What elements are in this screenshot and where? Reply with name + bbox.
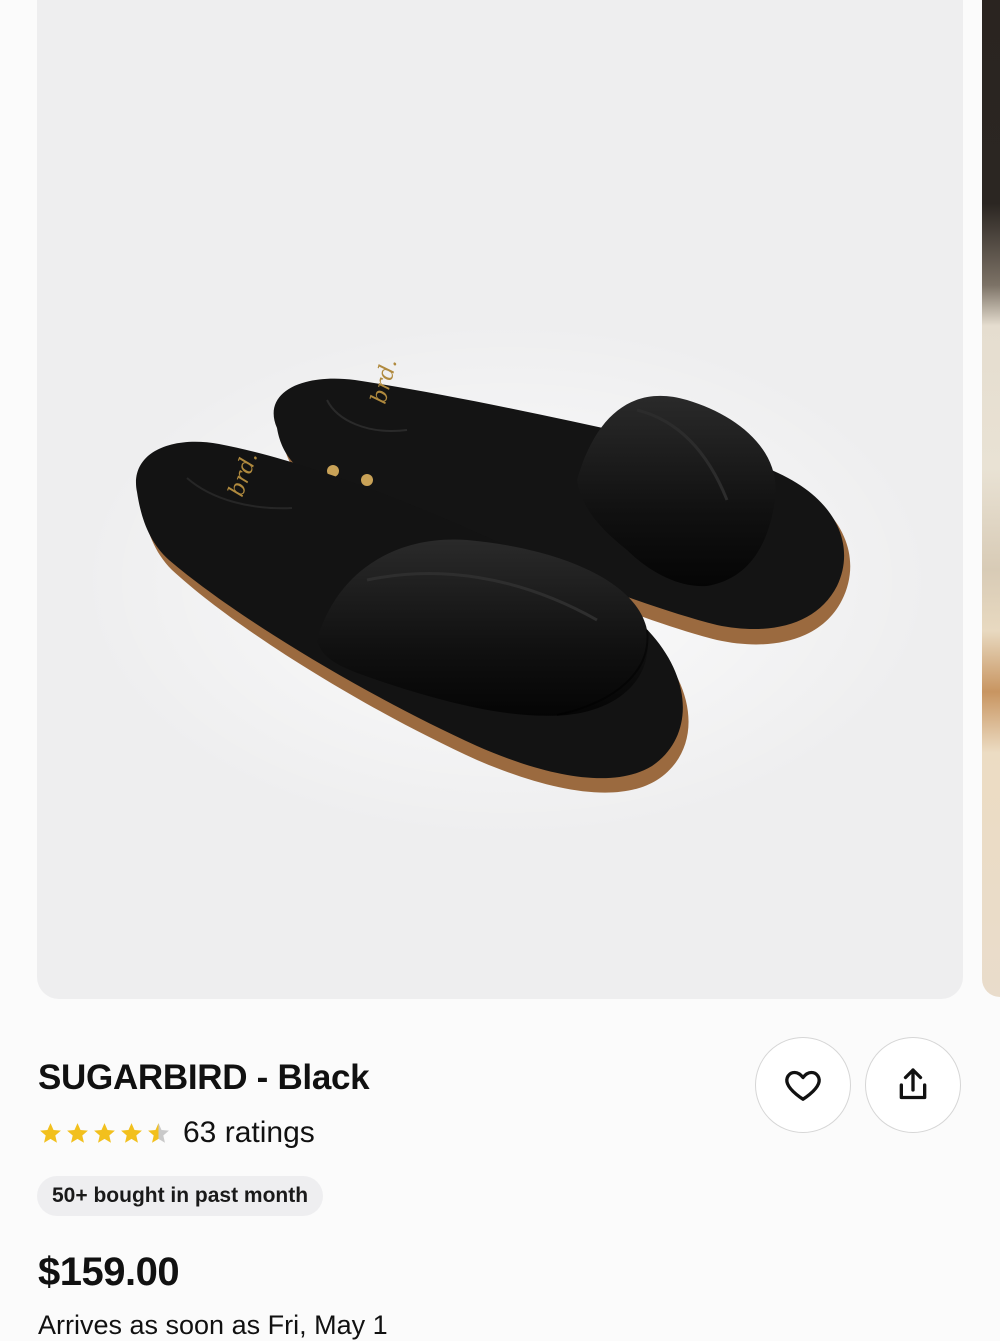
price: $159.00 [38, 1250, 180, 1294]
star-icon [67, 1122, 88, 1143]
purchase-count-badge: 50+ bought in past month [37, 1176, 324, 1216]
favorite-button[interactable] [755, 1037, 851, 1133]
star-icon [94, 1122, 115, 1143]
star-icon [121, 1122, 142, 1143]
rating-row[interactable]: 63 ratings [38, 1113, 315, 1153]
share-button[interactable] [865, 1037, 961, 1133]
share-icon [899, 1068, 927, 1100]
product-title: SUGARBIRD - Black [38, 1058, 370, 1097]
sandals-illustration: brd. brd. [77, 320, 937, 840]
delivery-estimate: Arrives as soon as Fri, May 1 [38, 1310, 388, 1340]
half-star-icon [148, 1122, 169, 1143]
heart-icon [785, 1070, 821, 1101]
rating-count[interactable]: 63 ratings [183, 1116, 315, 1150]
next-image-peek[interactable] [982, 0, 1000, 997]
product-image[interactable]: brd. brd. [37, 0, 963, 999]
star-rating [38, 1121, 171, 1146]
star-icon [40, 1122, 61, 1143]
product-image-carousel[interactable]: brd. brd. [0, 0, 1000, 1000]
